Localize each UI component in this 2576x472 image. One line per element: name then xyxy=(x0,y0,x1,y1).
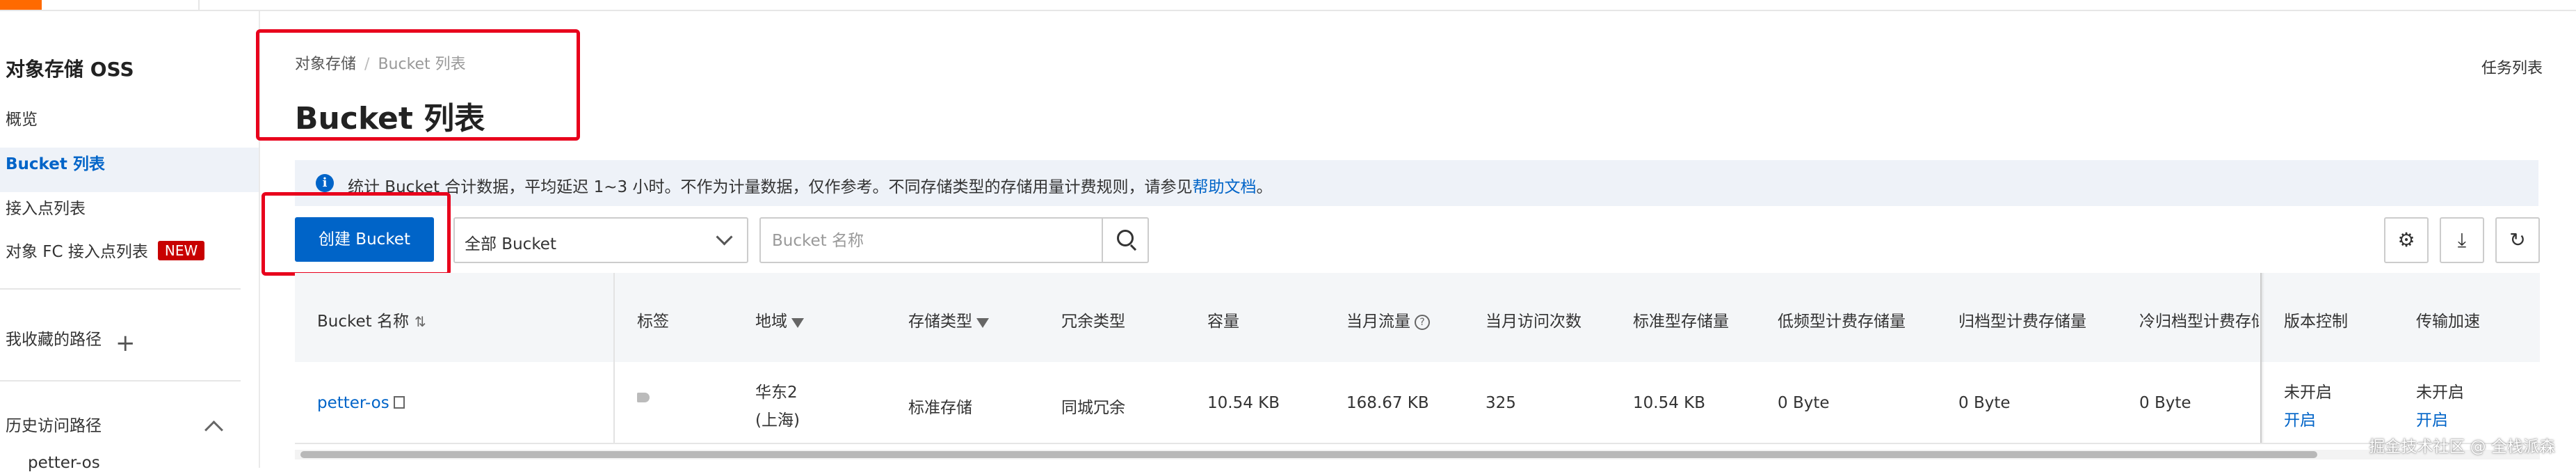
sidebar-item-overview[interactable]: 概览 xyxy=(6,106,38,129)
versioning-status: 未开启 xyxy=(2284,384,2332,402)
col-archive-storage: 归档型计费存储量 xyxy=(1958,313,2086,331)
storage-class-value: 标准存储 xyxy=(908,399,972,417)
standard-storage-value: 10.54 KB xyxy=(1633,394,1706,412)
redundancy-value: 同城冗余 xyxy=(1061,399,1125,417)
archive-storage-value: 0 Byte xyxy=(1958,394,2011,412)
filter-icon[interactable] xyxy=(976,318,989,328)
ia-storage-value: 0 Byte xyxy=(1778,394,1830,412)
col-cold-archive-storage: 冷归档型计费存储 xyxy=(2139,313,2259,331)
capacity-value: 10.54 KB xyxy=(1207,394,1280,412)
refresh-button[interactable]: ↻ xyxy=(2495,217,2540,263)
brand-logo[interactable] xyxy=(0,0,42,10)
gear-icon: ⚙ xyxy=(2397,228,2415,251)
highlight-box-title xyxy=(256,29,580,141)
column-divider xyxy=(613,273,615,443)
col-storage-class[interactable]: 存储类型 xyxy=(908,308,989,331)
task-list-link[interactable]: 任务列表 xyxy=(2481,56,2543,78)
add-favorite-icon[interactable]: + xyxy=(115,331,136,355)
sidebar-item-access-points[interactable]: 接入点列表 xyxy=(6,195,86,219)
bucket-search xyxy=(759,217,1149,263)
sidebar-item-bucket-list[interactable]: Bucket 列表 xyxy=(6,150,105,174)
sidebar-history[interactable]: 历史访问路径 xyxy=(6,412,102,436)
info-notice: i 统计 Bucket 合计数据，平均延迟 1~3 小时。不作为计量数据，仅作参… xyxy=(295,160,2538,206)
versioning-enable-link[interactable]: 开启 xyxy=(2284,407,2316,430)
sidebar-divider xyxy=(0,380,241,381)
search-input[interactable] xyxy=(771,228,1079,253)
sidebar-item-fc-access-points[interactable]: 对象 FC 接入点列表 NEW xyxy=(6,238,205,262)
download-button[interactable]: ⤓ xyxy=(2440,217,2484,263)
cold-archive-storage-value: 0 Byte xyxy=(2139,394,2191,412)
filter-icon[interactable] xyxy=(791,318,804,328)
help-icon[interactable]: ? xyxy=(1415,315,1430,330)
region-line1: 华东2 xyxy=(755,384,798,402)
sidebar-item-label: 对象 FC 接入点列表 xyxy=(6,243,148,261)
region-line2: (上海) xyxy=(755,411,800,430)
search-button[interactable] xyxy=(1102,219,1148,262)
copy-icon[interactable] xyxy=(393,396,405,409)
notice-text: 统计 Bucket 合计数据，平均延迟 1~3 小时。不作为计量数据，仅作参考。… xyxy=(348,178,1273,196)
highlight-box-create xyxy=(261,192,451,276)
horizontal-scrollbar[interactable] xyxy=(300,451,2317,458)
settings-button[interactable]: ⚙ xyxy=(2384,217,2429,263)
col-region[interactable]: 地域 xyxy=(755,308,804,331)
col-traffic: 当月流量? xyxy=(1346,308,1430,331)
filter-value: 全部 Bucket xyxy=(465,235,556,253)
tag-icon[interactable] xyxy=(637,393,650,402)
sidebar-divider xyxy=(0,288,241,290)
col-versioning: 版本控制 xyxy=(2284,313,2348,331)
col-bucket-name[interactable]: Bucket 名称 ⇅ xyxy=(317,308,426,331)
chevron-down-icon xyxy=(716,228,733,246)
col-redundancy: 冗余类型 xyxy=(1061,313,1125,331)
col-requests: 当月访问次数 xyxy=(1486,313,1581,331)
sort-icon[interactable]: ⇅ xyxy=(414,313,426,330)
col-acceleration: 传输加速 xyxy=(2416,313,2480,331)
sidebar-title: 对象存储 OSS xyxy=(6,58,134,81)
col-tags: 标签 xyxy=(637,313,669,331)
sidebar-favorites[interactable]: 我收藏的路径 xyxy=(6,326,102,349)
fixed-column-shadow xyxy=(2260,273,2264,443)
bucket-name-link[interactable]: petter-os xyxy=(317,394,405,412)
col-standard-storage: 标准型存储量 xyxy=(1633,313,1729,331)
info-icon: i xyxy=(316,174,334,192)
top-bar-divider xyxy=(198,0,200,10)
bucket-filter-select[interactable]: 全部 Bucket xyxy=(453,217,748,263)
search-icon xyxy=(1117,230,1134,246)
chevron-up-icon[interactable] xyxy=(204,420,223,439)
traffic-value: 168.67 KB xyxy=(1346,394,1429,412)
requests-value: 325 xyxy=(1486,394,1516,412)
watermark: 掘金技术社区 @ 全栈派森 xyxy=(2369,438,2555,456)
sidebar: 对象存储 OSS 概览 Bucket 列表 接入点列表 对象 FC 接入点列表 N… xyxy=(0,11,260,472)
top-bar xyxy=(0,0,2576,11)
acceleration-enable-link[interactable]: 开启 xyxy=(2416,407,2448,430)
refresh-icon: ↻ xyxy=(2509,228,2526,251)
acceleration-status: 未开启 xyxy=(2416,384,2464,402)
help-doc-link[interactable]: 帮助文档 xyxy=(1192,178,1256,196)
history-item[interactable]: petter-os xyxy=(28,454,100,472)
new-badge: NEW xyxy=(157,241,205,260)
col-capacity: 容量 xyxy=(1207,313,1239,331)
download-icon: ⤓ xyxy=(2457,228,2467,251)
col-ia-storage: 低频型计费存储量 xyxy=(1778,313,1906,331)
